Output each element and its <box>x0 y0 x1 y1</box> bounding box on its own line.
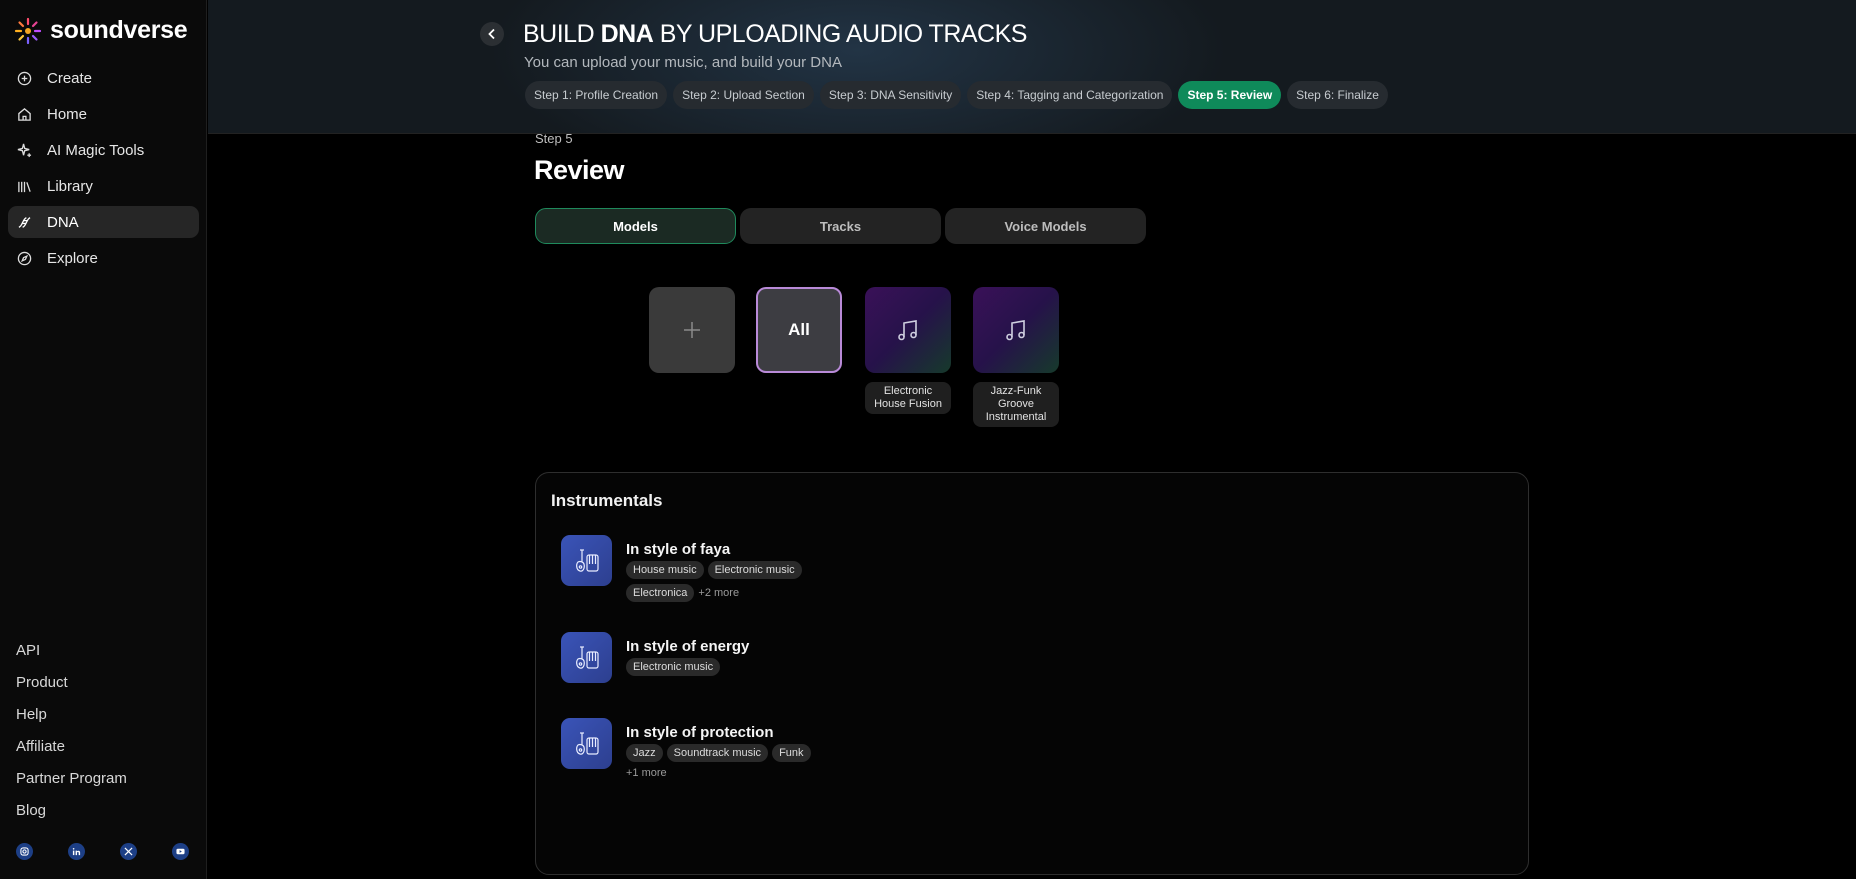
sidebar-item-label: Home <box>47 105 88 123</box>
instrumental-name: In style of protection <box>626 724 774 741</box>
library-icon <box>16 178 32 194</box>
home-icon <box>16 106 32 122</box>
instrument-icon <box>561 718 612 769</box>
step-upload-section[interactable]: Step 2: Upload Section <box>673 81 814 109</box>
page-header: BUILD DNA BY UPLOADING AUDIO TRACKS You … <box>208 0 1856 134</box>
step-profile-creation[interactable]: Step 1: Profile Creation <box>525 81 668 109</box>
footer-link-affiliate[interactable]: Affiliate <box>16 734 127 766</box>
title-dna: DNA <box>600 20 654 48</box>
tag: Electronic music <box>626 658 721 676</box>
tag: Funk <box>772 744 811 762</box>
sidebar-item-create[interactable]: Create <box>8 62 199 94</box>
social-links <box>16 843 189 860</box>
step-tagging-categorization[interactable]: Step 4: Tagging and Categorization <box>967 81 1173 109</box>
sidebar-nav: Create Home AI Magic Tools Library DNA E… <box>8 62 199 278</box>
plus-circle-icon <box>16 70 32 86</box>
instrument-icon <box>561 632 612 683</box>
instagram-icon[interactable] <box>16 843 33 860</box>
step-review[interactable]: Step 5: Review <box>1178 81 1282 109</box>
page-header-title: BUILD DNA BY UPLOADING AUDIO TRACKS <box>523 20 1027 49</box>
footer-link-help[interactable]: Help <box>16 702 127 734</box>
tag: Electronic music <box>707 561 802 579</box>
tag-list: Electronic music <box>626 658 826 676</box>
chevron-left-icon <box>488 28 495 40</box>
sidebar-item-label: AI Magic Tools <box>47 141 145 159</box>
footer-link-api[interactable]: API <box>16 638 127 670</box>
sidebar-item-home[interactable]: Home <box>8 98 199 130</box>
brand-name: soundverse <box>50 16 188 44</box>
model-label: Electronic House Fusion <box>865 382 951 414</box>
step-dna-sensitivity[interactable]: Step 3: DNA Sensitivity <box>819 81 962 109</box>
step-tabs: Step 1: Profile Creation Step 2: Upload … <box>525 81 1388 109</box>
sidebar-item-label: Create <box>47 69 93 87</box>
brand[interactable]: soundverse <box>14 16 188 45</box>
tag: Jazz <box>626 744 663 762</box>
instrumental-name: In style of faya <box>626 541 731 558</box>
model-all[interactable]: All <box>756 287 842 373</box>
linkedin-icon[interactable] <box>68 843 85 860</box>
more-tags-link[interactable]: +1 more <box>626 767 826 779</box>
plus-icon <box>684 322 700 338</box>
sidebar-item-label: Library <box>47 177 93 195</box>
sidebar-item-label: DNA <box>47 213 79 231</box>
title-suffix: BY UPLOADING AUDIO TRACKS <box>653 20 1028 48</box>
title-prefix: BUILD <box>523 20 601 48</box>
tab-voice-models[interactable]: Voice Models <box>945 208 1146 244</box>
instrumental-name: In style of energy <box>626 638 750 655</box>
instrument-icon <box>561 535 612 586</box>
soundverse-logo-icon <box>14 17 42 44</box>
music-note-icon <box>898 320 917 341</box>
sidebar-item-label: Explore <box>47 249 98 267</box>
tag: House music <box>626 561 704 579</box>
add-model-button[interactable] <box>649 287 735 373</box>
footer-link-blog[interactable]: Blog <box>16 798 127 830</box>
model-jazz-funk-groove[interactable] <box>973 287 1059 373</box>
music-note-icon <box>1006 320 1025 341</box>
step-finalize[interactable]: Step 6: Finalize <box>1287 81 1388 109</box>
sidebar-item-dna[interactable]: DNA <box>8 206 199 238</box>
footer-link-product[interactable]: Product <box>16 670 127 702</box>
tag: Soundtrack music <box>666 744 769 762</box>
page-header-subtitle: You can upload your music, and build you… <box>524 54 842 71</box>
model-electronic-house-fusion[interactable] <box>865 287 951 373</box>
sparkle-icon <box>16 142 32 158</box>
instrumentals-panel: Instrumentals In style of faya House mus… <box>535 472 1529 875</box>
step-label: Step 5 <box>535 131 573 146</box>
footer-links: API Product Help Affiliate Partner Progr… <box>16 638 127 830</box>
sidebar-item-library[interactable]: Library <box>8 170 199 202</box>
sidebar: soundverse Create Home AI Magic Tools Li… <box>0 0 207 879</box>
back-button[interactable] <box>480 22 504 46</box>
review-tabs: Models Tracks Voice Models <box>535 208 1146 244</box>
sidebar-item-ai-magic-tools[interactable]: AI Magic Tools <box>8 134 199 166</box>
youtube-icon[interactable] <box>172 843 189 860</box>
compass-icon <box>16 250 32 266</box>
tag-list: House music Electronic music Electronica… <box>626 561 826 602</box>
more-tags-link[interactable]: +2 more <box>698 587 739 599</box>
tab-models[interactable]: Models <box>535 208 736 244</box>
dna-icon <box>16 214 32 230</box>
footer-link-partner-program[interactable]: Partner Program <box>16 766 127 798</box>
page-title: Review <box>534 155 625 185</box>
tag: Electronica <box>626 584 695 602</box>
model-label: Jazz-Funk Groove Instrumental <box>973 382 1059 427</box>
tab-tracks[interactable]: Tracks <box>740 208 941 244</box>
x-icon[interactable] <box>120 843 137 860</box>
tag-list: Jazz Soundtrack music Funk +1 more <box>626 744 826 779</box>
sidebar-item-explore[interactable]: Explore <box>8 242 199 274</box>
panel-title: Instrumentals <box>551 491 663 510</box>
